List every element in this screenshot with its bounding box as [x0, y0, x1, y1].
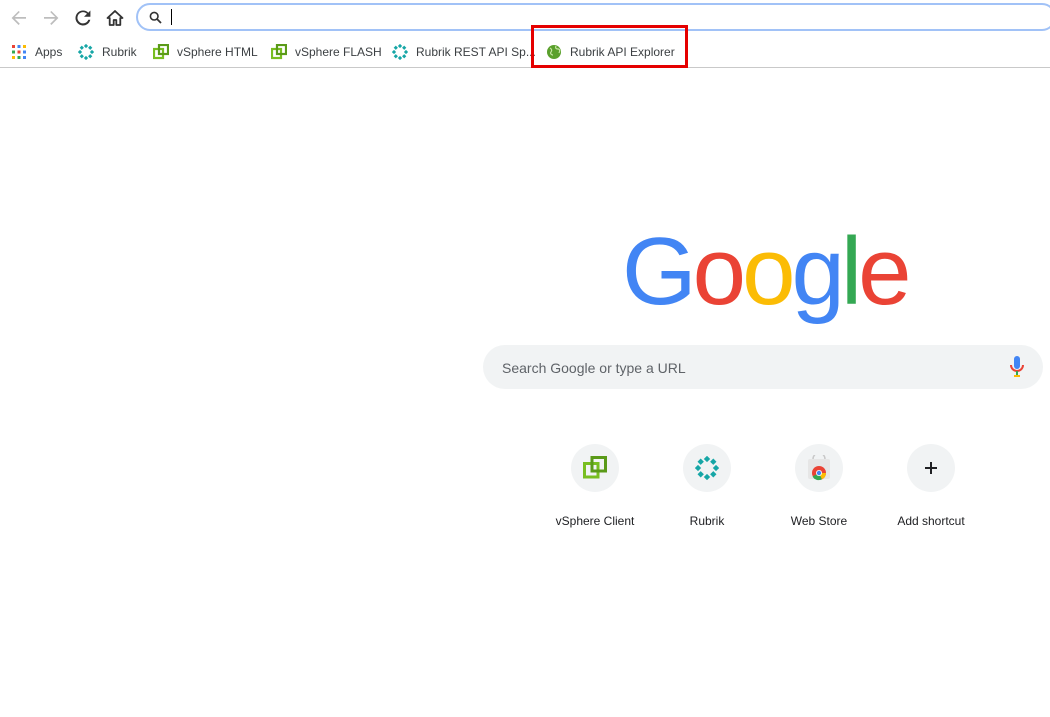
- vsphere-icon: [583, 456, 607, 479]
- vsphere-icon: [271, 44, 287, 60]
- reload-icon: [75, 10, 91, 26]
- home-icon: [106, 10, 124, 26]
- highlight-box: [531, 25, 688, 68]
- shortcut-icon-circle: [683, 444, 731, 492]
- shortcut-icon-circle: [907, 444, 955, 492]
- forward-button[interactable]: [39, 6, 63, 30]
- logo-letter: e: [858, 218, 911, 325]
- bookmark-vsphere-html[interactable]: vSphere HTML: [153, 42, 258, 62]
- bookmark-label: vSphere FLASH: [295, 45, 382, 59]
- shortcut-web-store[interactable]: Web Store: [763, 444, 875, 540]
- bookmarks-bar: Apps Rubrik vSphere HTML vSphere FLASH R…: [0, 36, 1050, 68]
- home-button[interactable]: [103, 6, 127, 30]
- shortcut-label: vSphere Client: [555, 514, 635, 528]
- search-input[interactable]: [502, 357, 982, 379]
- forward-arrow-icon: [44, 11, 59, 25]
- bookmark-rubrik-rest-api[interactable]: Rubrik REST API Sp...: [392, 42, 536, 62]
- logo-letter: G: [622, 218, 697, 325]
- shortcut-icon-circle: [571, 444, 619, 492]
- search-icon: [149, 11, 162, 24]
- shortcut-vsphere-client[interactable]: vSphere Client: [539, 444, 651, 540]
- bookmark-label: vSphere HTML: [177, 45, 258, 59]
- bookmark-label: Rubrik REST API Sp...: [416, 45, 536, 59]
- logo-letter: g: [791, 218, 844, 325]
- browser-toolbar: [0, 0, 1050, 36]
- shortcut-label: Web Store: [790, 514, 848, 528]
- chrome-web-store-icon: [808, 455, 830, 481]
- shortcut-label: Rubrik: [689, 514, 725, 528]
- bookmark-label: Apps: [35, 45, 63, 59]
- shortcut-add[interactable]: Add shortcut: [875, 444, 987, 540]
- rubrik-icon: [78, 44, 94, 60]
- bookmark-apps[interactable]: Apps: [11, 42, 62, 62]
- bookmark-label: Rubrik: [102, 45, 137, 59]
- address-input[interactable]: [170, 7, 1010, 27]
- microphone-icon: [1010, 356, 1024, 377]
- back-arrow-icon: [11, 11, 26, 25]
- back-button[interactable]: [7, 6, 31, 30]
- logo-letter: o: [692, 218, 746, 325]
- google-logo: Google: [622, 222, 912, 322]
- voice-search-button[interactable]: [1008, 355, 1026, 379]
- logo-letter: o: [742, 218, 795, 325]
- apps-grid-icon: [11, 44, 27, 60]
- shortcut-label: Add shortcut: [897, 514, 965, 528]
- logo-letter: l: [840, 218, 862, 325]
- shortcut-rubrik[interactable]: Rubrik: [651, 444, 763, 540]
- bookmark-vsphere-flash[interactable]: vSphere FLASH: [271, 42, 382, 62]
- rubrik-icon: [695, 456, 719, 480]
- rubrik-icon: [392, 44, 408, 60]
- vsphere-icon: [153, 44, 169, 60]
- shortcut-icon-circle: [795, 444, 843, 492]
- google-search-box[interactable]: [483, 345, 1043, 389]
- text-caret: [171, 9, 172, 25]
- reload-button[interactable]: [71, 6, 95, 30]
- plus-icon: [925, 462, 937, 474]
- bookmark-rubrik[interactable]: Rubrik: [78, 42, 137, 62]
